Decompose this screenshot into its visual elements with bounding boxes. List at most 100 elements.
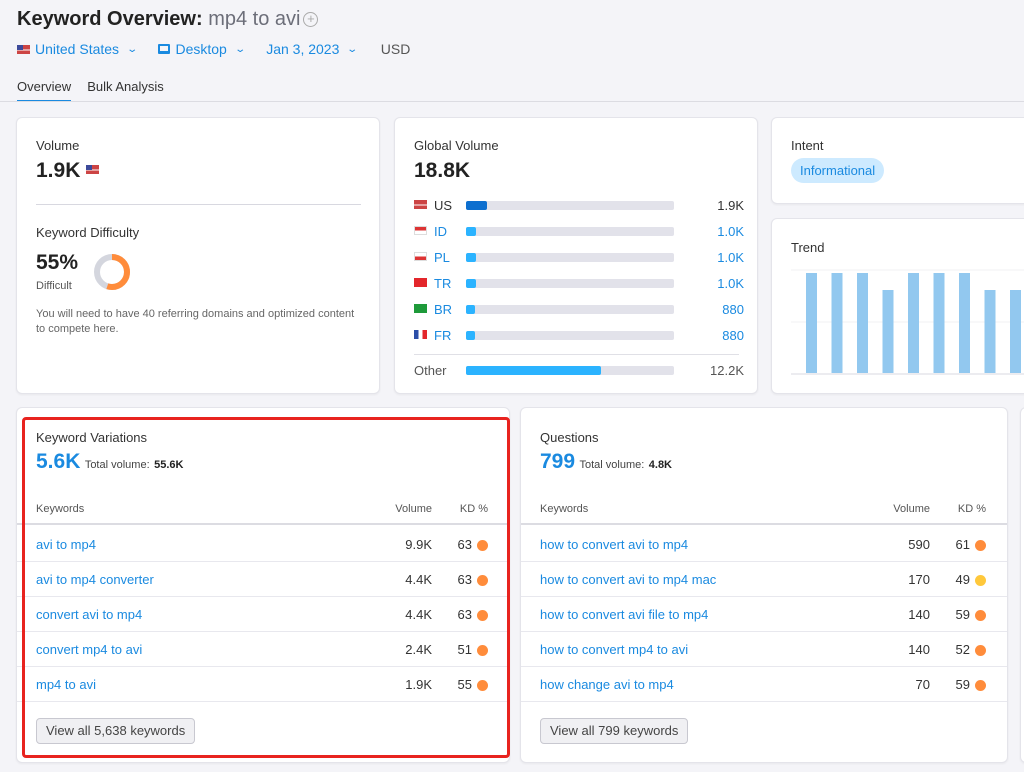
- trend-bar[interactable]: [959, 273, 970, 373]
- volume-value: 1.9K: [36, 159, 100, 183]
- next-card-edge: [1020, 407, 1024, 763]
- kd-dot-icon: [975, 680, 986, 691]
- date-dropdown[interactable]: Jan 3, 2023 ⌄: [266, 41, 359, 57]
- keyword-label: mp4 to avi: [208, 8, 301, 30]
- intent-badge: Informational: [791, 158, 885, 183]
- intent-card: Intent Informational: [771, 117, 1024, 204]
- questions-label: Questions: [540, 430, 599, 445]
- device-label: Desktop: [175, 41, 227, 57]
- trend-chart: [791, 269, 1024, 375]
- keyword-link[interactable]: how to convert avi to mp4: [540, 537, 688, 552]
- kd-dot-icon: [975, 575, 986, 586]
- trend-card: Trend: [771, 218, 1024, 394]
- tab-overview[interactable]: Overview: [17, 79, 72, 102]
- gv-bar: [466, 331, 674, 340]
- date-label: Jan 3, 2023: [266, 41, 340, 57]
- gv-row-br: BR 880: [414, 302, 744, 317]
- divider: [414, 354, 739, 355]
- total-volume-label: Total volume:: [579, 459, 645, 471]
- country-dropdown[interactable]: United States ⌄: [17, 41, 138, 57]
- trend-bar[interactable]: [1010, 290, 1021, 373]
- chevron-down-icon: ⌄: [234, 43, 246, 55]
- gv-value[interactable]: 880: [722, 328, 744, 343]
- gv-value: 1.9K: [717, 198, 744, 213]
- gv-country-code[interactable]: FR: [434, 328, 451, 343]
- kd-level: Difficult: [36, 280, 72, 292]
- keyword-link[interactable]: how change avi to mp4: [540, 677, 674, 692]
- gv-other-value: 12.2K: [710, 363, 744, 378]
- volume-value: 140: [908, 642, 930, 657]
- device-dropdown[interactable]: Desktop ⌄: [158, 41, 246, 57]
- gv-country-code: US: [434, 198, 453, 213]
- kd-value: 49: [955, 572, 970, 587]
- global-volume-value: 18.8K: [414, 159, 471, 182]
- table-row: how change avi to mp4 70 59: [521, 667, 1007, 702]
- gv-country-code[interactable]: PL: [434, 250, 450, 265]
- gv-bar-fill: [466, 331, 476, 340]
- kd-dot-icon: [975, 610, 986, 621]
- gv-bar: [466, 253, 674, 262]
- volume-value: 170: [908, 572, 930, 587]
- col-kd[interactable]: KD %: [958, 503, 986, 515]
- tab-bulk-analysis[interactable]: Bulk Analysis: [87, 79, 164, 102]
- br-flag-icon: [414, 304, 427, 313]
- pl-flag-icon: [414, 252, 427, 261]
- fr-flag-icon: [414, 330, 427, 339]
- keyword-link[interactable]: how to convert mp4 to avi: [540, 642, 688, 657]
- kd-label: Keyword Difficulty: [36, 225, 140, 240]
- trend-bar[interactable]: [857, 273, 868, 373]
- questions-summary: 799 Total volume: 4.8K: [540, 450, 672, 474]
- keyword-link[interactable]: how to convert avi file to mp4: [540, 607, 708, 622]
- gv-row-fr: FR 880: [414, 328, 744, 343]
- tr-flag-icon: [414, 278, 427, 287]
- kd-donut: [94, 254, 130, 290]
- table-header: Keywords Volume KD %: [521, 503, 1007, 525]
- global-volume-label: Global Volume: [414, 138, 499, 153]
- table-row: how to convert avi to mp4 mac 170 49: [521, 562, 1007, 597]
- gv-row-other: Other 12.2K: [414, 363, 744, 378]
- gv-row-id: ID 1.0K: [414, 224, 744, 239]
- gv-value[interactable]: 1.0K: [717, 276, 744, 291]
- divider: [36, 204, 361, 205]
- title-label: Keyword Overview:: [17, 8, 203, 30]
- volume-value: 140: [908, 607, 930, 622]
- us-flag-icon: [414, 200, 427, 209]
- volume-value: 590: [908, 537, 930, 552]
- chevron-down-icon: ⌄: [346, 43, 359, 55]
- table-row: how to convert avi file to mp4 140 59: [521, 597, 1007, 632]
- gv-country-code[interactable]: BR: [434, 302, 452, 317]
- trend-bar[interactable]: [908, 273, 919, 373]
- questions-card: Questions 799 Total volume: 4.8K Keyword…: [520, 407, 1008, 763]
- trend-bar[interactable]: [806, 273, 817, 373]
- gv-country-code[interactable]: TR: [434, 276, 451, 291]
- gv-value[interactable]: 1.0K: [717, 224, 744, 239]
- gv-country-code[interactable]: ID: [434, 224, 447, 239]
- plus-circle-icon[interactable]: +: [303, 12, 319, 27]
- keyword-link[interactable]: how to convert avi to mp4 mac: [540, 572, 716, 587]
- gv-bar: [466, 279, 674, 288]
- country-label: United States: [35, 41, 120, 57]
- kd-value: 52: [955, 642, 970, 657]
- trend-bar[interactable]: [984, 290, 996, 373]
- gv-bar-fill: [466, 227, 477, 236]
- view-all-questions-button[interactable]: View all 799 keywords: [540, 718, 689, 744]
- kd-value: 61: [955, 537, 970, 552]
- gv-value[interactable]: 880: [722, 302, 744, 317]
- highlight-box: [22, 417, 510, 758]
- kd-note: You will need to have 40 referring domai…: [36, 308, 355, 335]
- trend-bar[interactable]: [933, 273, 945, 373]
- questions-count[interactable]: 799: [540, 450, 575, 473]
- gv-other-bar: [466, 366, 674, 375]
- col-volume[interactable]: Volume: [893, 503, 930, 515]
- gv-bar-fill: [466, 253, 477, 262]
- kd-value: 59: [955, 677, 970, 692]
- table-row: how to convert mp4 to avi 140 52: [521, 632, 1007, 667]
- gv-row-us: US 1.9K: [414, 198, 744, 213]
- filters-bar: United States ⌄ Desktop ⌄ Jan 3, 2023 ⌄ USD: [17, 41, 410, 57]
- trend-bar[interactable]: [831, 273, 843, 373]
- gv-value[interactable]: 1.0K: [717, 250, 744, 265]
- gv-bar-fill: [466, 201, 487, 210]
- total-volume-value: 4.8K: [648, 459, 673, 471]
- trend-bar[interactable]: [882, 290, 894, 373]
- gv-bar: [466, 201, 674, 210]
